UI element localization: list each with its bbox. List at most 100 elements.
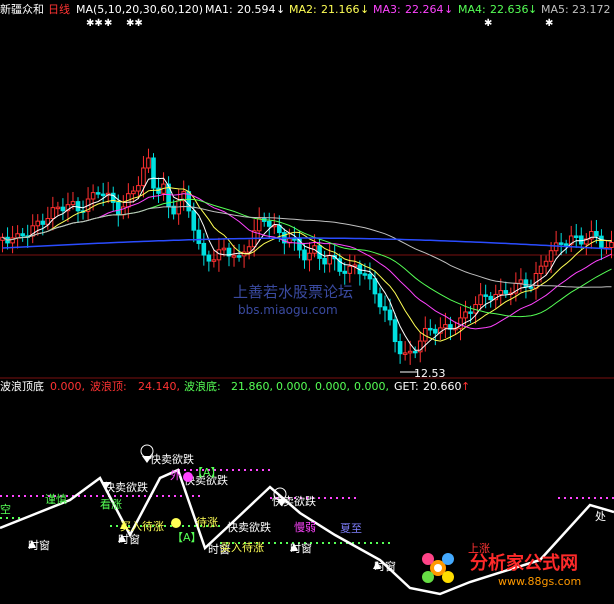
candle-body [498, 290, 504, 295]
get-value: 20.660 [423, 380, 462, 393]
svg-text:✱: ✱ [545, 18, 553, 29]
candle-body [50, 207, 56, 220]
ma4-arrow: ↓ [528, 3, 537, 16]
candle-body [256, 217, 262, 232]
candle-body [412, 350, 418, 354]
candle-body [211, 259, 217, 262]
wave-bottom-value: 21.860, [231, 380, 273, 393]
candle-body [307, 252, 312, 261]
signal-markers [28, 444, 381, 569]
ma5-label: MA5: [541, 3, 569, 16]
candle-body [342, 270, 348, 274]
moving-average-lines [2, 177, 612, 351]
candle-body [347, 265, 353, 274]
candle-body [433, 328, 438, 334]
indicator-header: 波浪顶底 0.000, 波浪顶: 24.140, 波浪底: 21.860, 0.… [0, 379, 470, 393]
buy-signal-2: 买入待涨 [220, 540, 264, 554]
ma3-value: 22.264 [405, 3, 444, 16]
candle-body [478, 294, 483, 306]
svg-text:✱✱: ✱✱ [86, 18, 103, 29]
candle-body [488, 295, 493, 301]
candle-body [463, 311, 468, 319]
candle-body [90, 192, 96, 200]
chart-header: 新疆众和 日线 MA(5,10,20,30,60,120) MA1: 20.59… [0, 2, 611, 16]
wait-signal-1: 待涨 [196, 515, 218, 529]
candle-body [100, 193, 106, 197]
wai-label: 外 [170, 469, 181, 482]
buy-signal-1: 买入待涨 [120, 519, 164, 533]
ma2-arrow: ↓ [360, 3, 369, 16]
price-panel[interactable]: 上善若水股票论坛 bbs.miaogu.com 12.53 [0, 148, 614, 380]
watermark-text: 上善若水股票论坛 [233, 283, 353, 301]
logo-title: 分析家公式网 [470, 552, 578, 574]
stock-name: 新疆众和 [0, 2, 44, 16]
candle-body [35, 220, 41, 227]
ma2-value: 21.166 [321, 3, 360, 16]
candle-body [563, 243, 569, 246]
candlestick-series [0, 148, 614, 365]
period-label: 日线 [48, 2, 70, 16]
candle-body [206, 254, 212, 262]
candle-body [609, 242, 614, 249]
watermark-url: bbs.miaogu.com [238, 303, 338, 317]
candle-body [221, 247, 227, 251]
candle-body [191, 210, 197, 231]
candle-body [302, 249, 307, 261]
candle-body [523, 279, 529, 288]
indicator-v0: 0.000, [50, 380, 85, 393]
candle-body [518, 279, 524, 284]
header-star-markers: ✱✱ ✱ ✱✱ ✱ ✱ [86, 18, 553, 29]
candle-body [387, 309, 393, 321]
weak-label: 慢弱 [294, 521, 316, 534]
candle-body [548, 250, 554, 262]
get-arrow: ↑ [461, 380, 470, 393]
candle-body [553, 242, 559, 252]
sell-signal-1: 快卖欲跌 [150, 452, 194, 466]
indicator-v3: 0.000, [276, 380, 311, 393]
indicator-name: 波浪顶底 [0, 379, 44, 393]
candle-body [196, 229, 202, 244]
svg-text:✱: ✱ [104, 18, 112, 29]
candle-body [40, 220, 46, 225]
ma4-label: MA4: [458, 3, 486, 16]
ma-line-ma1 [2, 177, 612, 351]
indicator-v5: 0.000, [354, 380, 389, 393]
candle-body [528, 286, 534, 289]
ma3-arrow: ↓ [444, 3, 453, 16]
candle-body [201, 242, 207, 256]
ma1-value: 20.594 [237, 3, 276, 16]
candle-body [236, 255, 242, 258]
get-label: GET: [394, 380, 419, 393]
candle-body [322, 257, 327, 265]
candle-body [151, 157, 156, 189]
candle-body [216, 249, 222, 261]
candle-body [599, 235, 604, 249]
candle-body [115, 201, 121, 216]
ma-line-ma2 [2, 186, 612, 342]
candle-body [246, 246, 252, 253]
wave-bottom-label: 波浪底: [184, 379, 221, 393]
candle-body [362, 273, 368, 276]
bullish-label: 看涨 [100, 497, 122, 511]
candle-body [367, 273, 373, 280]
stock-chart[interactable]: 新疆众和 日线 MA(5,10,20,30,60,120) MA1: 20.59… [0, 0, 614, 604]
flower-logo-icon [422, 553, 454, 583]
low-marker-value: 12.53 [414, 367, 446, 380]
candle-body [20, 233, 25, 237]
candle-body [428, 327, 433, 331]
candle-body [392, 319, 398, 343]
svg-text:✱: ✱ [484, 18, 492, 29]
bracket-a-2: 【A】 [172, 531, 202, 544]
logo-url: www.88gs.com [498, 575, 581, 588]
candle-body [382, 306, 388, 311]
ma3-label: MA3: [373, 3, 401, 16]
candle-body [573, 235, 579, 238]
ma-params: MA(5,10,20,30,60,120) [76, 3, 203, 16]
candle-body [578, 235, 584, 245]
yellow-dot-marker [171, 518, 181, 528]
cautious-label: 谨慎 [45, 492, 67, 506]
candle-body [377, 293, 383, 308]
pink-dot-marker [183, 472, 193, 482]
candle-body [327, 254, 332, 265]
candle-body [538, 265, 544, 274]
